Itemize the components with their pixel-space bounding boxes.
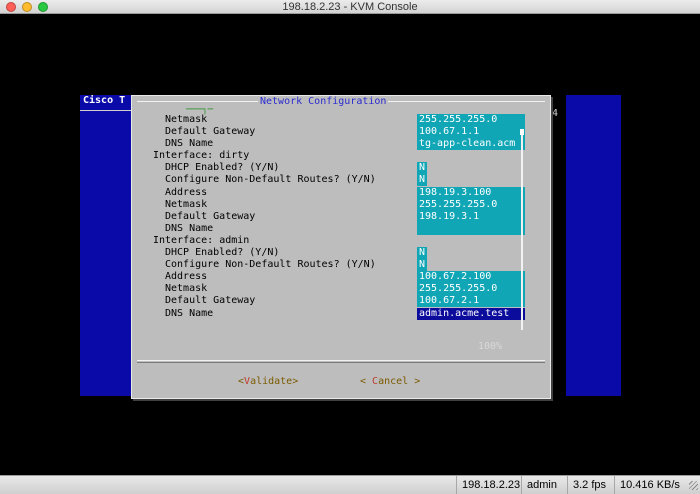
field-input[interactable]: 255.255.255.0 (417, 198, 525, 211)
background-panel-right (566, 95, 621, 396)
form-row: DNS Name admin.acme.test (138, 307, 534, 320)
form-row: Configure Non-Default Routes? (Y/N) N (138, 259, 534, 272)
dialog-separator (137, 360, 545, 361)
status-host: 198.18.2.23 (456, 476, 525, 494)
form-row: DNS Name tg-app-clean.acm (138, 138, 534, 151)
dialog-title-fragment: ───┐─ (186, 105, 214, 115)
field-input[interactable]: N (417, 259, 427, 272)
cancel-button-close: > (408, 376, 421, 387)
field-label: Netmask (165, 114, 208, 125)
interface-heading-row: Interface: dirty (138, 150, 534, 162)
status-speed: 10.416 KB/s (614, 476, 685, 494)
field-label: Address (165, 271, 208, 283)
form-scrollbar-thumb[interactable] (520, 129, 524, 135)
form-row: DNS Name (138, 222, 534, 235)
validate-button[interactable]: <Validate> (238, 376, 298, 388)
form-row: Netmask 255.255.255.0 (138, 198, 534, 211)
network-form: Netmask 255.255.255.0 Default Gateway 100.6… (138, 114, 534, 336)
form-scrollbar[interactable] (521, 132, 523, 330)
field-label: Default Gateway (165, 210, 256, 222)
validate-button-close: > (292, 376, 299, 387)
field-label: Netmask (165, 198, 208, 210)
form-row: Default Gateway 198.19.3.1 (138, 210, 534, 223)
field-label: DNS Name (165, 307, 214, 319)
form-row: Default Gateway 100.67.2.1 (138, 295, 534, 308)
field-label: Configure Non-Default Routes? (Y/N) (165, 174, 376, 186)
scroll-percent: 100% (478, 341, 503, 352)
interface-heading: Interface: dirty (153, 150, 250, 162)
form-row: Address 100.67.2.100 (138, 271, 534, 284)
status-user: admin (521, 476, 562, 494)
field-input[interactable]: 100.67.1.1 (417, 126, 525, 139)
field-input[interactable]: N (417, 162, 427, 175)
validate-button-label: alidate (250, 376, 293, 387)
field-label: DNS Name (165, 222, 214, 234)
field-label: Configure Non-Default Routes? (Y/N) (165, 259, 376, 271)
network-configuration-dialog: Network Configuration ───┐─ Netmask 255.2… (131, 95, 551, 399)
field-input[interactable]: 255.255.255.0 (417, 283, 525, 296)
cancel-button[interactable]: < Cancel > (360, 376, 420, 388)
window-titlebar: 198.18.2.23 - KVM Console (0, 0, 700, 14)
cancel-button-label: ancel (378, 376, 409, 387)
kvm-console-screen[interactable]: Cisco T 4 Network Configuration ───┐─ Ne… (0, 15, 700, 475)
field-input[interactable]: tg-app-clean.acm (417, 138, 525, 151)
form-row: Netmask 255.255.255.0 (138, 283, 534, 296)
field-label: Netmask (165, 283, 208, 295)
background-text-fragment: 4 (552, 108, 559, 119)
form-row: Netmask 255.255.255.0 (138, 114, 534, 126)
field-input[interactable]: N (417, 174, 427, 187)
dialog-separator-shadow (137, 362, 545, 363)
field-label: DNS Name (165, 138, 214, 150)
interface-heading: Interface: admin (153, 234, 250, 246)
window-title: 198.18.2.23 - KVM Console (282, 1, 418, 13)
field-input[interactable]: 100.67.2.1 (417, 295, 525, 308)
field-input[interactable]: admin.acme.test (417, 307, 525, 320)
field-input[interactable]: 198.19.3.100 (417, 186, 525, 199)
field-label: Address (165, 186, 208, 198)
field-input[interactable]: 100.67.2.100 (417, 271, 525, 284)
field-input[interactable]: N (417, 247, 427, 260)
dialog-title: Network Configuration (258, 96, 389, 108)
resize-grip-icon[interactable] (689, 481, 698, 490)
field-input[interactable]: 198.19.3.1 (417, 210, 525, 223)
form-row: Default Gateway 100.67.1.1 (138, 126, 534, 139)
form-row: Configure Non-Default Routes? (Y/N) N (138, 174, 534, 187)
cancel-button-open: < (360, 376, 373, 387)
interface-heading-row: Interface: admin (138, 235, 534, 247)
field-label: Default Gateway (165, 126, 256, 138)
field-input[interactable] (417, 222, 525, 235)
status-fps: 3.2 fps (567, 476, 611, 494)
field-input[interactable]: 255.255.255.0 (417, 114, 525, 126)
form-row: DHCP Enabled? (Y/N) N (138, 162, 534, 175)
field-label: Default Gateway (165, 295, 256, 307)
field-label: DHCP Enabled? (Y/N) (165, 162, 280, 174)
status-bar: 198.18.2.23 admin 3.2 fps 10.416 KB/s (0, 475, 700, 494)
form-row: Address 198.19.3.100 (138, 186, 534, 199)
field-label: DHCP Enabled? (Y/N) (165, 247, 280, 259)
form-row: DHCP Enabled? (Y/N) N (138, 247, 534, 260)
